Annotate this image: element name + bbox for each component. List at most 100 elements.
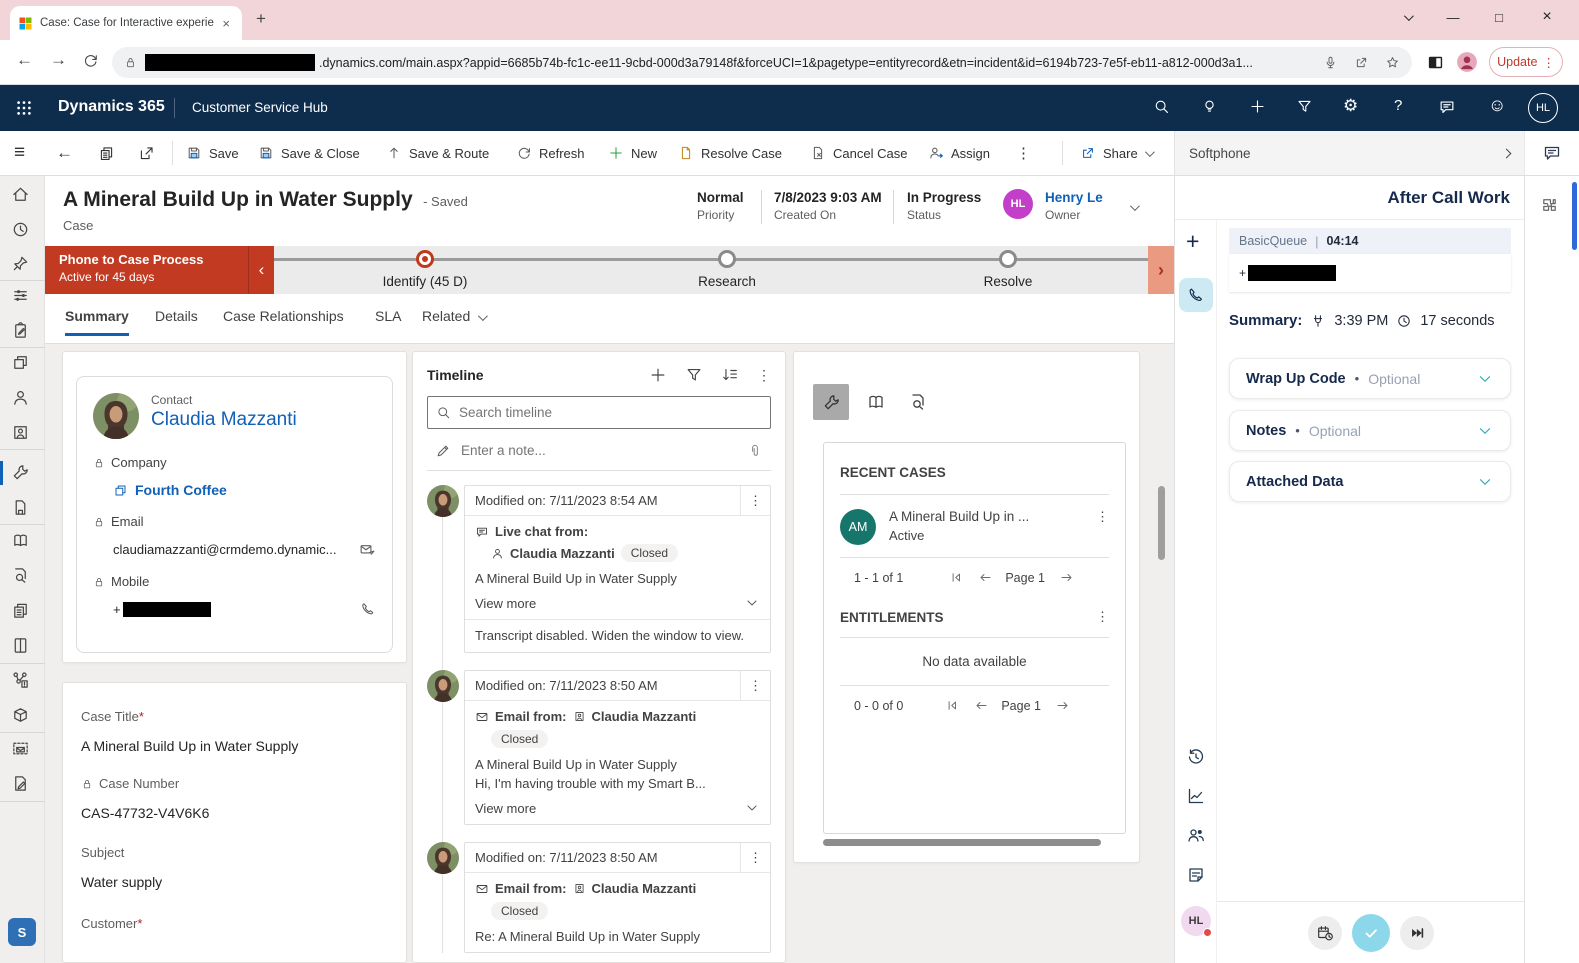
- owner-name-link[interactable]: Henry Le: [1045, 190, 1103, 205]
- user-avatar[interactable]: HL: [1528, 93, 1558, 123]
- articles-copies-icon[interactable]: [11, 601, 30, 620]
- window-minimize-button[interactable]: —: [1430, 0, 1476, 34]
- related-tab-wrench[interactable]: [813, 384, 849, 420]
- note-entry-row[interactable]: [427, 431, 771, 471]
- send-email-icon[interactable]: [359, 541, 376, 558]
- lightbulb-icon[interactable]: [1201, 98, 1218, 115]
- refresh-button[interactable]: Refresh: [516, 131, 585, 175]
- address-bar[interactable]: .dynamics.com/main.aspx?appid=6685b74b-f…: [112, 47, 1412, 78]
- note-input[interactable]: [461, 443, 737, 458]
- tab-related[interactable]: Related: [422, 308, 485, 333]
- timeline-search-box[interactable]: [427, 396, 771, 429]
- open-in-new-window-icon[interactable]: [138, 131, 155, 175]
- new-button[interactable]: New: [608, 131, 657, 175]
- related-tab-search-icon[interactable]: [908, 392, 928, 412]
- favorite-star-icon[interactable]: [1385, 55, 1400, 70]
- more-commands-icon[interactable]: ⋮: [1016, 131, 1031, 175]
- queues-document-icon[interactable]: [11, 498, 30, 517]
- sort-timeline-icon[interactable]: [721, 366, 739, 384]
- feedback-chat-icon[interactable]: [1438, 98, 1456, 116]
- cancel-case-button[interactable]: Cancel Case: [810, 131, 907, 175]
- search-icon[interactable]: [1153, 98, 1170, 115]
- recent-case-row[interactable]: AM A Mineral Build Up in ... Active ⋮: [840, 509, 1109, 545]
- browser-profile-avatar[interactable]: [1456, 51, 1478, 73]
- flow-alert-icon[interactable]: [11, 670, 30, 689]
- collapse-header-chevron-icon[interactable]: [1130, 198, 1137, 216]
- vertical-scrollbar[interactable]: [1158, 486, 1165, 560]
- stage-identify-dot[interactable]: [416, 250, 434, 268]
- sitemap-hamburger-icon[interactable]: ≡: [14, 131, 25, 175]
- subject-value[interactable]: Water supply: [81, 874, 388, 890]
- entry-subject[interactable]: A Mineral Build Up in Water Supply: [475, 571, 760, 586]
- schedule-followup-button[interactable]: [1308, 916, 1342, 950]
- update-menu-icon[interactable]: ⋮: [1542, 55, 1555, 70]
- help-icon[interactable]: ?: [1394, 97, 1402, 114]
- entry-contact-name[interactable]: Claudia Mazzanti: [510, 546, 615, 561]
- social-profiles-icon[interactable]: [11, 423, 30, 442]
- new-session-plus-icon[interactable]: +: [1186, 228, 1199, 255]
- waffle-menu-icon[interactable]: [15, 99, 33, 117]
- window-maximize-button[interactable]: □: [1476, 0, 1522, 34]
- entry-subject[interactable]: A Mineral Build Up in Water Supply: [475, 757, 760, 772]
- cases-wrench-icon[interactable]: [11, 463, 30, 482]
- contacts-person-icon[interactable]: [11, 388, 30, 407]
- book-icon[interactable]: [11, 636, 30, 655]
- area-switcher-badge[interactable]: S: [8, 918, 36, 946]
- previous-page-icon[interactable]: [978, 570, 993, 585]
- settings-gear-icon[interactable]: ⚙: [1343, 96, 1358, 116]
- view-more-row[interactable]: View more: [475, 595, 760, 611]
- analytics-chart-icon[interactable]: [1186, 786, 1206, 806]
- tab-sla[interactable]: SLA: [375, 308, 401, 333]
- filter-timeline-icon[interactable]: [685, 366, 703, 384]
- app-name[interactable]: Customer Service Hub: [192, 100, 328, 115]
- entry-contact-name[interactable]: Claudia Mazzanti: [592, 881, 697, 896]
- entry-contact-name[interactable]: Claudia Mazzanti: [592, 709, 697, 724]
- home-icon[interactable]: [11, 185, 30, 204]
- browser-back-button[interactable]: ←: [16, 50, 33, 70]
- entry-subject[interactable]: Re: A Mineral Build Up in Water Supply: [475, 929, 760, 944]
- activities-clipboard-icon[interactable]: [11, 321, 30, 340]
- contact-photo-avatar[interactable]: [93, 393, 139, 439]
- process-scroll-right-chevron[interactable]: ›: [1148, 246, 1174, 294]
- first-page-icon[interactable]: [945, 698, 960, 713]
- active-call-tab[interactable]: [1179, 278, 1213, 312]
- phone-call-icon[interactable]: [360, 601, 376, 617]
- article-search-icon[interactable]: [11, 566, 30, 585]
- contacts-people-icon[interactable]: [1186, 825, 1206, 845]
- collapse-panel-chevron-icon[interactable]: [1502, 148, 1512, 158]
- related-tab-knowledge-icon[interactable]: [866, 392, 886, 412]
- stage-research-label[interactable]: Research: [698, 274, 756, 289]
- quick-create-plus-icon[interactable]: [1249, 98, 1266, 115]
- stage-resolve-label[interactable]: Resolve: [984, 274, 1033, 289]
- view-more-row[interactable]: View more: [475, 800, 760, 816]
- stage-research-dot[interactable]: [718, 250, 736, 268]
- previous-page-icon[interactable]: [974, 698, 989, 713]
- tab-summary[interactable]: Summary: [65, 308, 129, 336]
- recent-clock-icon[interactable]: [11, 220, 30, 239]
- timeline-more-icon[interactable]: ⋮: [757, 367, 771, 384]
- case-number-value[interactable]: CAS-47732-V4V6K6: [81, 805, 388, 821]
- share-icon[interactable]: [1354, 55, 1369, 70]
- brand-title[interactable]: Dynamics 365: [58, 98, 165, 116]
- first-page-icon[interactable]: [949, 570, 964, 585]
- entry-more-icon[interactable]: ⋮: [740, 671, 770, 700]
- microphone-icon[interactable]: [1323, 55, 1338, 70]
- notes-icon[interactable]: [1186, 865, 1206, 885]
- wrap-up-code-accordion[interactable]: Wrap Up Code • Optional: [1229, 358, 1511, 399]
- accounts-squares-icon[interactable]: [11, 353, 30, 372]
- tab-close-icon[interactable]: ×: [218, 16, 234, 31]
- next-page-icon[interactable]: [1059, 570, 1074, 585]
- process-scroll-left-chevron[interactable]: ‹: [248, 246, 274, 294]
- entry-more-icon[interactable]: ⋮: [740, 486, 770, 515]
- softphone-panel-header[interactable]: Softphone: [1174, 131, 1524, 175]
- add-record-plus-icon[interactable]: [649, 366, 667, 384]
- notes-accordion[interactable]: Notes • Optional: [1229, 410, 1511, 451]
- go-back-button[interactable]: ←: [56, 131, 73, 175]
- filter-icon[interactable]: [1296, 98, 1313, 115]
- tab-case-relationships[interactable]: Case Relationships: [223, 308, 344, 333]
- email-template-icon[interactable]: [11, 739, 30, 758]
- share-button[interactable]: Share: [1080, 131, 1152, 175]
- process-name-box[interactable]: Phone to Case Process Active for 45 days: [45, 246, 248, 294]
- recent-case-name[interactable]: A Mineral Build Up in ...: [889, 509, 1083, 524]
- document-edit-icon[interactable]: [11, 774, 30, 793]
